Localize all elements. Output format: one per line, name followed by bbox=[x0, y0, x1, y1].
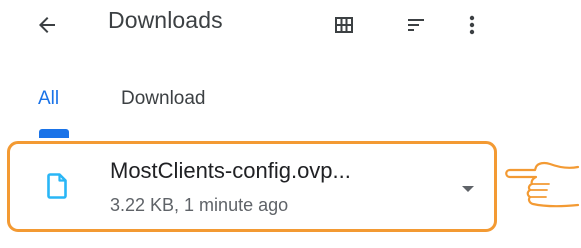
file-details: 3.22 KB, 1 minute ago bbox=[110, 195, 289, 215]
page-title: Downloads bbox=[108, 7, 223, 33]
pointing-hand-icon bbox=[505, 161, 580, 208]
file-name: MostClients-config.ovp... bbox=[110, 158, 351, 183]
more-vert-icon bbox=[469, 15, 475, 35]
expand-button[interactable] bbox=[456, 177, 480, 201]
chevron-down-icon bbox=[462, 186, 474, 192]
sort-button[interactable] bbox=[401, 10, 431, 40]
tab-bar: All Download bbox=[0, 78, 581, 138]
grid-view-icon bbox=[335, 17, 353, 33]
arrow-left-icon bbox=[39, 17, 55, 33]
file-list-item[interactable]: MostClients-config.ovp... 3.22 KB, 1 min… bbox=[7, 141, 497, 232]
tab-indicator bbox=[39, 129, 69, 138]
tab-download[interactable]: Download bbox=[121, 88, 206, 110]
app-bar: Downloads bbox=[0, 0, 581, 52]
back-button[interactable] bbox=[30, 8, 64, 42]
more-options-button[interactable] bbox=[457, 10, 487, 40]
grid-view-button[interactable] bbox=[329, 10, 359, 40]
document-icon bbox=[47, 173, 67, 199]
tab-all[interactable]: All bbox=[38, 88, 59, 110]
sort-icon bbox=[408, 19, 424, 31]
